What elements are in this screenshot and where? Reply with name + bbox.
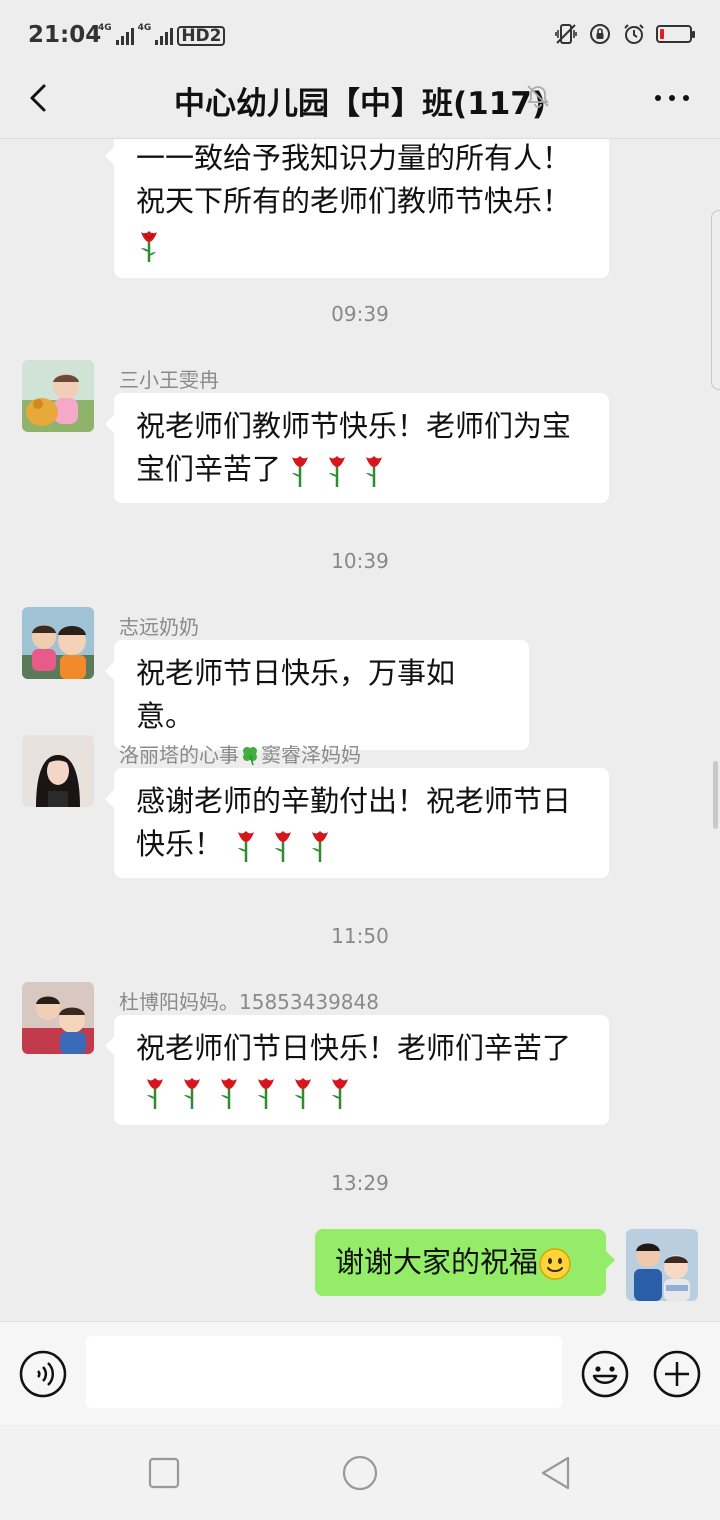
rose-emoji-icon (329, 456, 346, 487)
rose-emoji-icon (141, 231, 157, 262)
emoji-icon[interactable] (580, 1349, 630, 1399)
scrollbar[interactable] (713, 761, 718, 829)
smile-emoji-icon (539, 1248, 571, 1280)
rose-emoji-icon (275, 831, 292, 862)
system-nav-bar (0, 1425, 720, 1520)
recent-apps-icon[interactable] (146, 1455, 182, 1491)
message-text: 一一致给予我知识力量的所有人！ (136, 141, 572, 175)
avatar[interactable] (22, 982, 94, 1054)
message-input[interactable] (86, 1336, 562, 1408)
network-type-2: 4G (137, 23, 152, 33)
message-bubble[interactable]: 祝老师们教师节快乐！老师们为宝宝们辛苦了 (105, 393, 609, 503)
emoji-row (287, 453, 388, 489)
rose-emoji-icon (332, 1078, 348, 1109)
signal-icon (155, 27, 174, 45)
alarm-icon (624, 24, 644, 44)
bell-off-icon (527, 85, 549, 108)
rotation-lock-icon (590, 24, 610, 44)
hd-voice-icon: HD2 (177, 26, 226, 46)
chat-title: 中心幼儿园【中】班(117) (173, 86, 547, 122)
sender-name: 洛丽塔的心事 窦睿泽妈妈 (119, 739, 361, 768)
message-bubble[interactable]: 祝老师节日快乐，万事如意。 (105, 640, 529, 750)
vibrate-icon (555, 24, 577, 44)
edge-panel-handle[interactable] (711, 210, 720, 390)
battery-level (660, 29, 665, 39)
rose-emoji-icon (366, 456, 383, 487)
network-type-1: 4G (98, 23, 112, 33)
network-indicators: 4G 4G HD2 (98, 23, 226, 48)
avatar[interactable] (22, 607, 94, 679)
rose-emoji-icon (295, 1078, 311, 1109)
home-icon[interactable] (342, 1455, 378, 1491)
battery-icon (656, 25, 695, 43)
rose-emoji-icon (292, 456, 309, 487)
rose-emoji-icon (312, 831, 329, 862)
voice-icon[interactable] (18, 1349, 68, 1399)
timestamp: 13:29 (331, 1171, 389, 1195)
message-bubble[interactable]: 感谢老师的辛勤付出！祝老师节日快乐！ (105, 768, 609, 878)
avatar[interactable] (22, 360, 94, 432)
avatar[interactable] (22, 735, 94, 807)
sender-name: 志远奶奶 (119, 615, 199, 639)
message-text: 祝天下所有的老师们教师节快乐！ (136, 184, 572, 218)
more-dots-icon[interactable] (652, 88, 692, 108)
sender-name-part: 窦睿泽妈妈 (261, 743, 361, 767)
rose-emoji-icon (184, 1078, 200, 1109)
emoji-row (136, 228, 163, 264)
signal-icon (115, 27, 134, 45)
sender-name: 杜博阳妈妈。15853439848 (119, 990, 379, 1014)
message-text: 感谢老师的辛勤付出！祝老师节日快乐！ (136, 784, 572, 861)
timestamp: 09:39 (331, 302, 389, 326)
title-bar: 中心幼儿园【中】班(117) (0, 58, 720, 139)
timestamp: 11:50 (331, 924, 389, 948)
rose-emoji-icon (147, 1078, 163, 1109)
emoji-row (142, 1075, 354, 1111)
back-nav-icon[interactable] (538, 1455, 574, 1491)
chat-area[interactable]: 一一致给予我知识力量的所有人！ 祝天下所有的老师们教师节快乐！ 09:39 三小… (0, 139, 720, 1321)
sender-name-part: 洛丽塔的心事 (119, 743, 239, 767)
rose-emoji-icon (221, 1078, 237, 1109)
emoji-row (233, 828, 334, 864)
timestamp: 10:39 (331, 549, 389, 573)
clover-emoji-icon (243, 747, 257, 766)
input-bar (0, 1321, 720, 1426)
message-bubble[interactable]: 祝老师们节日快乐！老师们辛苦了 (105, 1015, 609, 1125)
message-text: 祝老师们节日快乐！老师们辛苦了 (136, 1031, 572, 1065)
message-bubble[interactable]: 一一致给予我知识力量的所有人！ 祝天下所有的老师们教师节快乐！ (105, 139, 609, 278)
status-time: 21:04 (28, 22, 102, 48)
sender-name: 三小王雯冉 (119, 368, 219, 392)
message-text: 谢谢大家的祝福 (335, 1245, 539, 1279)
message-bubble-self[interactable]: 谢谢大家的祝福 (315, 1229, 615, 1296)
rose-emoji-icon (238, 831, 255, 862)
avatar-self[interactable] (626, 1229, 698, 1301)
message-text: 祝老师节日快乐，万事如意。 (136, 656, 456, 733)
plus-icon[interactable] (652, 1349, 702, 1399)
rose-emoji-icon (258, 1078, 274, 1109)
